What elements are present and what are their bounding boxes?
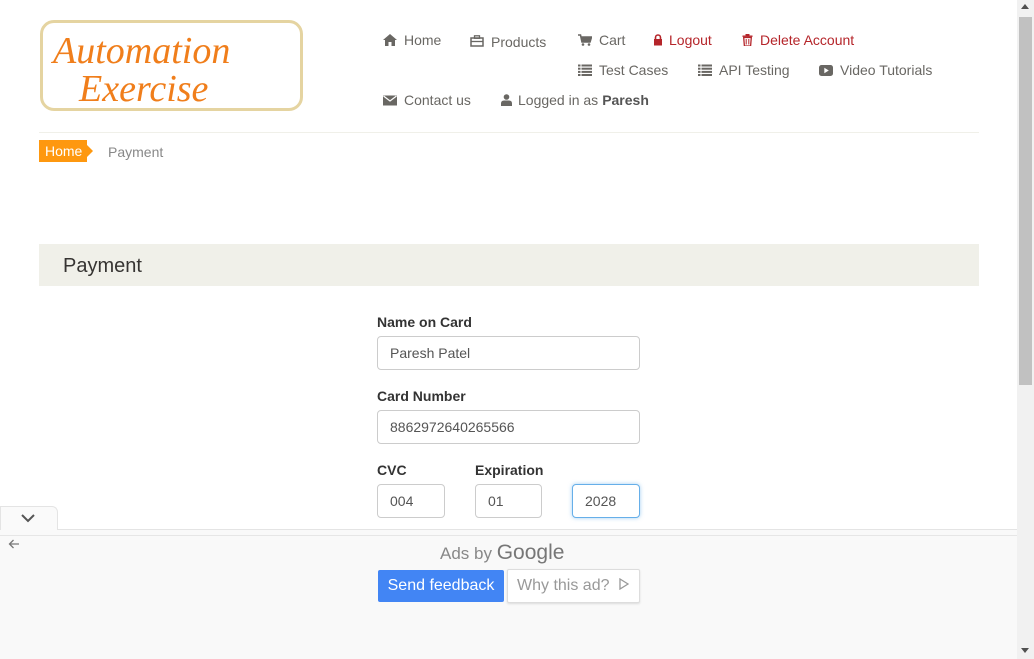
nav-home-label: Home [404,32,442,48]
list-icon [577,63,593,77]
logged-in-username: Paresh [602,92,649,108]
products-icon [469,34,485,48]
scrollbar-thumb[interactable] [1019,17,1032,385]
site-logo[interactable]: Automation Exercise [40,20,303,111]
card-number-label: Card Number [377,388,466,404]
ad-collapse-tab[interactable] [0,506,58,530]
lock-icon [652,33,663,47]
cvc-label: CVC [377,462,407,478]
ad-divider [0,535,1017,536]
nav-home[interactable]: Home [382,32,441,48]
nav-cart-label: Cart [599,32,626,48]
payment-heading-bar: Payment [39,244,979,286]
ads-by-label: Ads by [440,544,492,563]
user-icon [500,93,512,107]
expiry-month-input[interactable] [475,484,542,518]
expiration-label: Expiration [475,462,544,478]
nav-logout-label: Logout [669,32,712,48]
breadcrumb-home[interactable]: Home [39,140,93,162]
why-this-ad-button[interactable]: Why this ad? [507,569,640,603]
scroll-up-arrow-icon[interactable] [1021,4,1029,9]
cvc-input[interactable] [377,484,445,518]
nav-contact-us[interactable]: Contact us [382,92,471,108]
play-outline-icon [619,570,630,602]
logo-text-line1: Automation [50,30,230,72]
cart-icon [577,33,593,47]
nav-test-cases-label: Test Cases [599,62,669,78]
nav-delete-account[interactable]: Delete Account [741,32,854,48]
nav-products[interactable]: Products [469,32,546,50]
nav-video-tutorials-label: Video Tutorials [840,62,933,78]
nav-products-label: Products [491,34,547,50]
nav-cart[interactable]: Cart [577,32,625,48]
chevron-down-icon [20,511,36,529]
list-icon [697,63,713,77]
trash-icon [741,33,754,47]
nav-test-cases[interactable]: Test Cases [577,62,668,78]
name-on-card-label: Name on Card [377,314,472,330]
payment-heading: Payment [63,255,142,277]
breadcrumb-current: Payment [108,144,164,160]
home-icon [382,33,398,47]
ads-by-google: Ads by Google [440,541,564,565]
card-number-input[interactable] [377,410,640,444]
nav-delete-account-label: Delete Account [760,32,855,48]
nav-video-tutorials[interactable]: Video Tutorials [818,62,932,78]
why-this-ad-label: Why this ad? [517,577,610,595]
expiry-year-input[interactable] [572,484,640,518]
scroll-down-arrow-icon[interactable] [1021,648,1029,653]
header-divider [39,132,979,133]
name-on-card-input[interactable] [377,336,640,370]
nav-api-testing-label: API Testing [719,62,790,78]
arrow-left-icon[interactable] [8,537,20,553]
envelope-icon [382,93,398,107]
send-feedback-button[interactable]: Send feedback [378,570,504,602]
youtube-icon [818,63,834,77]
nav-contact-us-label: Contact us [404,92,471,108]
logo-text-line2: Exercise [78,68,209,108]
nav-api-testing[interactable]: API Testing [697,62,790,78]
logged-in-label: Logged in as [518,92,599,108]
nav-logout[interactable]: Logout [652,32,712,48]
logged-in-status[interactable]: Logged in as Paresh [500,92,649,108]
google-wordmark: Google [496,541,565,564]
